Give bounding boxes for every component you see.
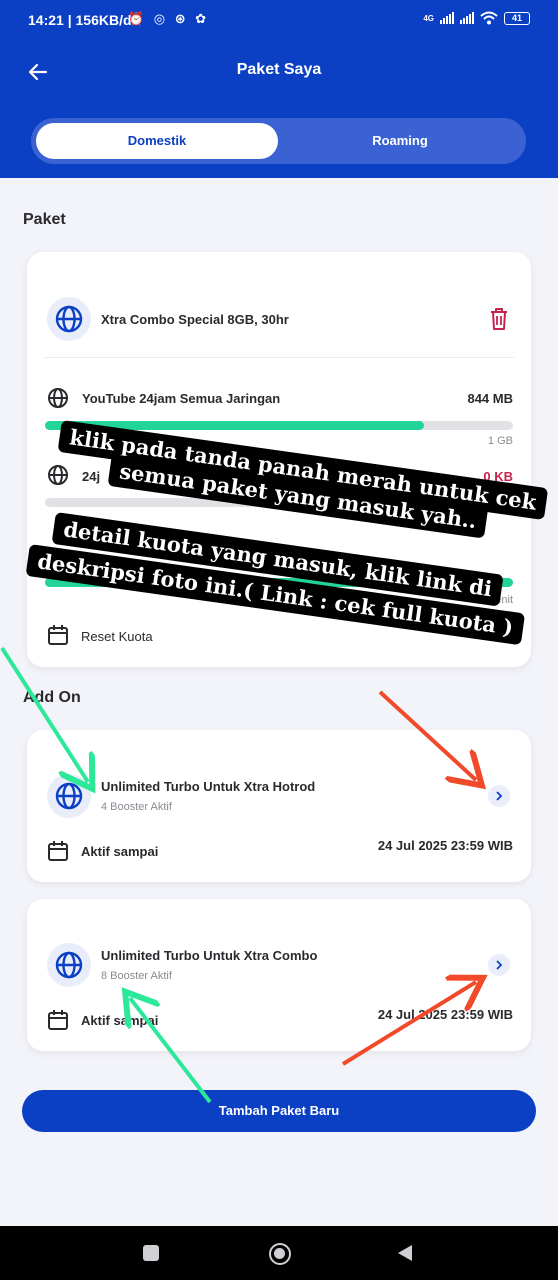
addon-globe-badge: [47, 774, 91, 818]
calendar-icon: [48, 1010, 68, 1030]
addon-section-title: Add On: [23, 689, 81, 706]
quota-total: 5 Menit: [476, 594, 513, 606]
quota-progress-fill: [45, 421, 425, 430]
addon-name: Unlimited Turbo Untuk Xtra Hotrod: [101, 779, 316, 794]
quota-remaining: 0 KB: [483, 469, 513, 484]
addon-card[interactable]: Unlimited Turbo Untuk Xtra Hotrod 4 Boos…: [27, 730, 531, 882]
addon-active-until: 24 Jul 2025 23:59 WIB: [377, 1007, 513, 1022]
add-package-button[interactable]: Tambah Paket Baru: [22, 1090, 536, 1132]
addon-active-label: Aktif sampai: [81, 844, 159, 859]
home-button[interactable]: [269, 1243, 291, 1265]
addon-booster-count: 8 Booster Aktif: [101, 970, 172, 982]
addon-active-label: Aktif sampai: [81, 1013, 159, 1028]
status-time: 14:21 | 156KB/d: [28, 12, 132, 28]
trash-icon[interactable]: [488, 307, 510, 331]
addon-card[interactable]: Unlimited Turbo Untuk Xtra Combo 8 Boost…: [27, 899, 531, 1051]
addon-active-until: 24 Jul 2025 23:59 WIB: [377, 838, 513, 853]
tab-bar: Domestik Roaming: [31, 118, 526, 164]
calendar-icon: [48, 841, 68, 861]
calendar-icon: [48, 625, 68, 645]
page-title: Paket Saya: [236, 61, 322, 78]
quota-total: 1 GB: [487, 435, 513, 447]
addon-booster-count: 4 Booster Aktif: [101, 801, 172, 813]
paket-card[interactable]: Xtra Combo Special 8GB, 30hr YouTube 24j…: [27, 252, 531, 667]
quota-progress-bar: [45, 498, 513, 507]
quota-name: YouTube 24jam Semua Jaringan: [82, 391, 281, 406]
network-type: 4G: [423, 13, 434, 23]
globe-icon: [55, 305, 83, 333]
addon-globe-badge: [47, 943, 91, 987]
tab-roaming[interactable]: Roaming: [279, 123, 521, 159]
wifi-icon: [480, 11, 498, 25]
system-nav-bar: [0, 1226, 558, 1280]
card-divider: [44, 357, 514, 358]
globe-icon: [55, 951, 83, 979]
chevron-right-icon[interactable]: [488, 954, 510, 976]
quota-progress-bar: [45, 421, 513, 430]
tab-domestik[interactable]: Domestik: [36, 123, 278, 159]
globe-icon: [48, 388, 68, 408]
paket-section-title: Paket: [23, 211, 66, 228]
quota-name: 24j: [82, 469, 101, 484]
reset-value: B: [503, 624, 513, 639]
status-right-icons: 4G 41: [423, 11, 530, 25]
back-nav-icon[interactable]: [397, 1244, 413, 1262]
notification-icons: ⏰ ◎ ⊛ ✿: [128, 11, 210, 26]
quota-progress-fill: [45, 578, 513, 587]
signal-icon-2: [460, 12, 474, 24]
app-header: 14:21 | 156KB/d ⏰ ◎ ⊛ ✿ 4G 41 Paket Saya…: [0, 0, 558, 178]
globe-icon: [48, 465, 68, 485]
signal-icon: [440, 12, 454, 24]
reset-label: Reset Kuota: [81, 629, 153, 644]
package-name: Xtra Combo Special 8GB, 30hr: [101, 312, 289, 327]
quota-progress-bar: [45, 578, 513, 587]
addon-name: Unlimited Turbo Untuk Xtra Combo: [101, 948, 318, 963]
chevron-right-icon[interactable]: [488, 785, 510, 807]
quota-remaining: 844 MB: [467, 391, 513, 406]
package-globe-badge: [47, 297, 91, 341]
recents-button[interactable]: [143, 1245, 159, 1261]
globe-icon: [55, 782, 83, 810]
battery-icon: 41: [504, 11, 530, 25]
status-bar: 14:21 | 156KB/d ⏰ ◎ ⊛ ✿ 4G 41: [0, 0, 558, 40]
